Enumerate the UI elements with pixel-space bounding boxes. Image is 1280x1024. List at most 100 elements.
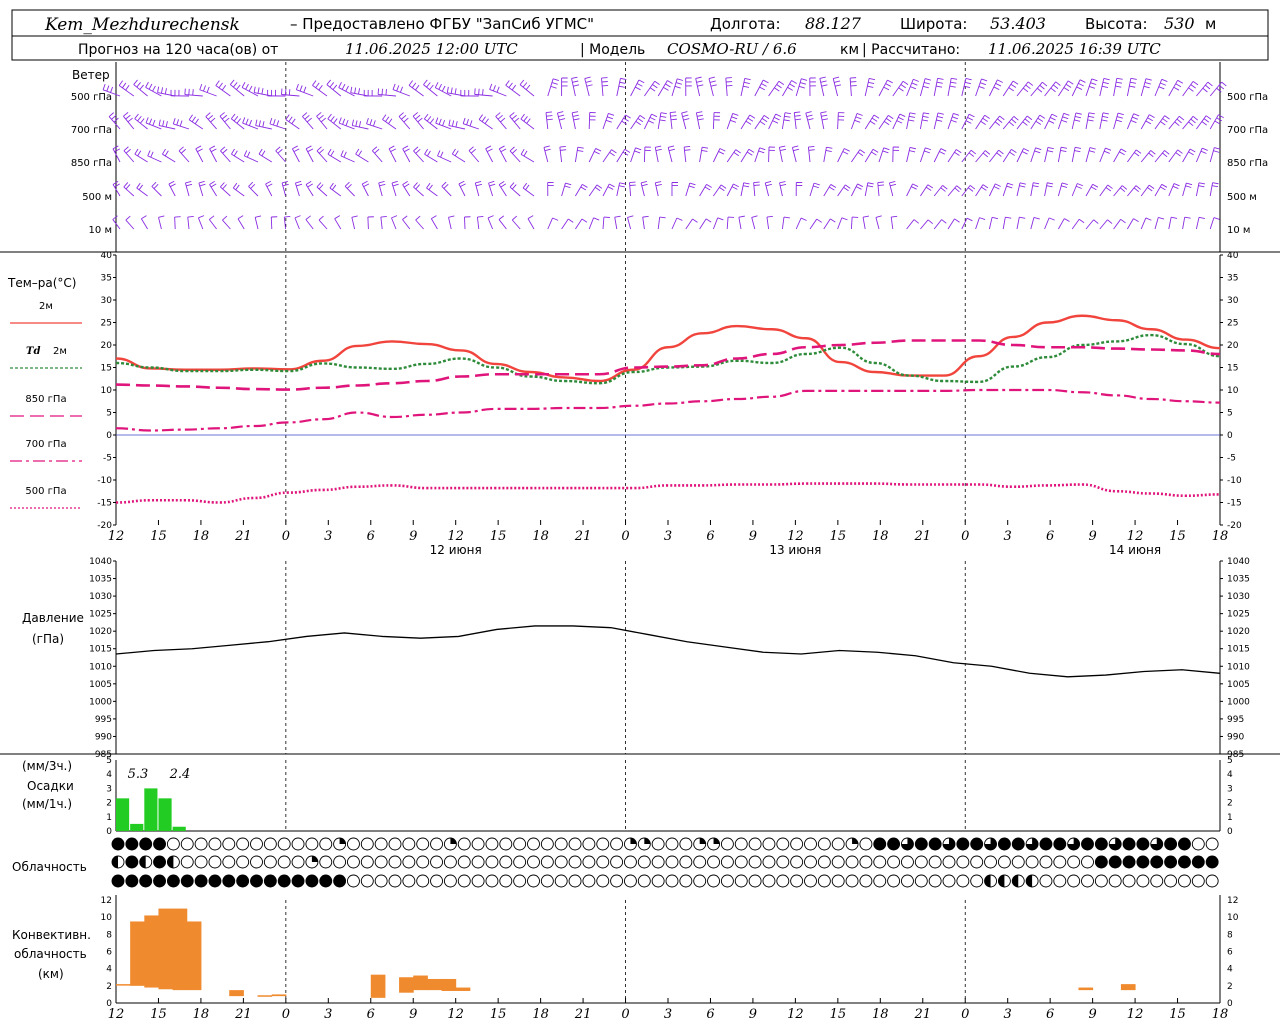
wind-barb-feather <box>423 79 428 85</box>
wind-barb <box>1168 79 1184 97</box>
wind-barb-feather <box>607 186 614 190</box>
wind-barb <box>699 146 709 163</box>
wind-barb-feather <box>1211 185 1219 188</box>
wind-barb <box>351 215 358 230</box>
cloud-fill-full <box>222 875 235 887</box>
cloud-cover-symbol <box>928 855 942 869</box>
pressure-line <box>115 625 1221 678</box>
cloud-circle <box>610 855 624 869</box>
cloud-circle <box>347 874 360 888</box>
wind-barb-staff <box>740 114 751 130</box>
cloud-cover-symbol <box>859 874 873 888</box>
cloud-cover-symbol <box>1025 837 1039 851</box>
wind-barb <box>906 183 919 197</box>
cloud-cover-symbol <box>1011 874 1025 888</box>
wind-barb-feather <box>635 147 642 151</box>
wind-barb-feather <box>342 118 346 125</box>
precip-tick-right: 5 <box>1227 756 1233 766</box>
wind-barb-feather <box>649 116 656 121</box>
cloud-cover-symbol <box>637 874 651 888</box>
wind-barb-staff <box>740 149 750 163</box>
wind-barb <box>316 182 328 197</box>
wind-barb-staff <box>850 183 858 197</box>
wind-barb-feather <box>1188 151 1194 156</box>
wind-barb-staff <box>906 112 911 130</box>
cloud-cover-symbol <box>776 837 790 851</box>
wind-barb <box>864 114 880 130</box>
cloud-fill-full <box>112 838 124 850</box>
cloud-cover-symbol <box>914 874 928 888</box>
wind-barb <box>740 77 751 97</box>
wind-barb-feather <box>1033 182 1040 185</box>
temp-tick-left: -15 <box>97 499 112 509</box>
wind-barb-feather <box>245 118 249 125</box>
wind-barb-staff <box>906 147 911 163</box>
wind-barb-feather <box>654 80 660 86</box>
cloud-cover-symbol <box>1164 855 1178 869</box>
wind-barb <box>446 86 466 97</box>
calc-time: 11.06.2025 16:39 UTC <box>988 40 1161 58</box>
wind-level-left: 500 м <box>82 192 112 203</box>
wind-barb-staff <box>1030 81 1043 97</box>
wind-barb <box>426 182 438 197</box>
wind-barb-feather <box>913 219 920 224</box>
cloud-cover-symbol <box>443 855 457 869</box>
wind-barb-feather <box>828 186 835 191</box>
wind-barb-feather <box>296 183 303 187</box>
wind-barb-feather <box>295 180 302 184</box>
wind-barb-feather <box>1064 218 1070 222</box>
alt-value: 530 <box>1164 14 1195 33</box>
cloud-circle <box>817 874 831 888</box>
wind-barb <box>1168 216 1178 230</box>
time-axis-upper: 12 15 18 21 0 3 6 9 12 15 18 21 0 3 6 9 12 15 18 21 0 3 6 9 12 15… <box>108 520 1228 544</box>
cloud-fill-part <box>339 838 346 844</box>
wind-barb <box>961 149 977 163</box>
wind-barb-feather <box>157 86 160 93</box>
wind-barb-feather <box>1132 116 1138 120</box>
wind-barb <box>118 80 135 97</box>
wind-barb <box>1002 116 1019 130</box>
cloud-circle <box>540 874 554 888</box>
wind-barb-feather <box>403 117 409 123</box>
cloud-cover-symbol <box>956 874 970 888</box>
convective-panel: Конвективн. облачность (км) 0 02 24 46 68 810… <box>12 895 1239 1009</box>
press-tick-left: 1040 <box>89 557 112 567</box>
wind-barb <box>157 86 176 97</box>
wind-barb-feather <box>571 76 578 79</box>
wind-barb <box>823 146 833 163</box>
wind-barb <box>1099 112 1109 130</box>
cloud-circle <box>194 855 208 869</box>
wind-barb <box>380 215 387 230</box>
wind-barb-feather <box>968 187 974 192</box>
cloud-cover-symbol <box>443 874 457 888</box>
cloud-circle <box>457 837 471 851</box>
wind-barb-feather <box>719 186 725 192</box>
cloud-circle <box>651 874 665 888</box>
wind-barb-staff <box>837 148 845 163</box>
wind-barb-staff <box>437 155 452 163</box>
wind-barb <box>616 182 626 197</box>
temp-series-line <box>115 388 1221 432</box>
cloud-cover-symbol <box>263 837 277 851</box>
cloud-cover-symbol <box>250 874 263 888</box>
wind-barb-staff <box>933 148 942 163</box>
cloud-circle <box>527 837 540 851</box>
wind-barb <box>1168 149 1183 163</box>
wind-barb <box>850 216 859 230</box>
wind-barb-feather <box>1120 187 1126 193</box>
wind-barb-staff <box>413 150 424 163</box>
wind-barb-feather <box>544 148 551 152</box>
wind-barb-staff <box>878 115 889 130</box>
cloud-cover-symbol <box>984 837 997 851</box>
wind-barb-staff <box>1002 183 1008 197</box>
wind-barb-feather <box>1074 146 1082 149</box>
wind-barb <box>485 145 493 163</box>
wind-barb-staff <box>258 153 273 163</box>
time-tick-label: 3 <box>1004 529 1012 544</box>
cloud-cover-symbol <box>222 874 236 888</box>
wind-barb-staff <box>270 216 273 230</box>
wind-barb-staff <box>695 112 701 130</box>
cloud-cover-symbol <box>527 874 540 888</box>
cloud-cover-symbol <box>402 855 416 869</box>
cloud-circle <box>762 874 776 888</box>
